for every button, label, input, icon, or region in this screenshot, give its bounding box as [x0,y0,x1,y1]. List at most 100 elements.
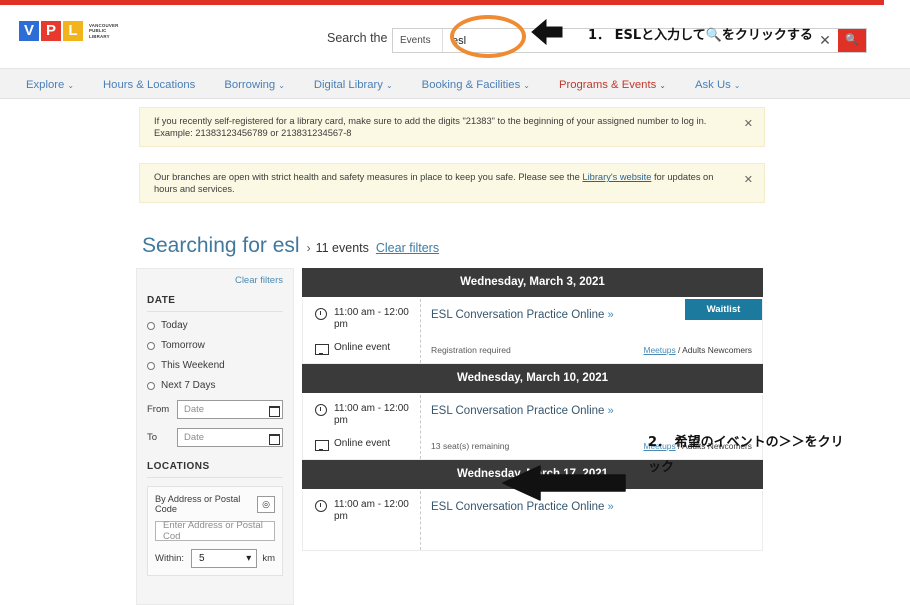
logo-wordmark: VANCOUVER PUBLIC LIBRARY [89,23,119,39]
search-submit-button[interactable]: 🔍 [838,29,866,52]
event-status: Registration required [431,345,511,355]
search-the-label: Search the [327,31,388,45]
nav-item-ask-us[interactable]: Ask Us ⌄ [695,79,740,91]
date-option-this-weekend[interactable]: This Weekend [147,360,283,371]
screen-icon [315,343,329,355]
by-address-label: By Address or Postal Code [155,494,241,514]
search-clear-button[interactable]: ✕ [812,29,838,52]
radio-icon[interactable] [147,341,155,350]
alert-branch-hours-close-icon[interactable]: ✕ [744,174,753,187]
event-time: 11:00 am - 12:00 pm [334,499,409,522]
event-time: 11:00 am - 12:00 pm [334,307,409,330]
status-badge[interactable]: Waitlist [685,299,762,320]
event-title-text: ESL Conversation Practice Online [431,309,605,321]
date-option-label: Tomorrow [161,340,205,351]
screen-icon [315,439,329,451]
nav-item-hours-locations[interactable]: Hours & Locations [103,79,195,91]
locations-filter-box: By Address or Postal Code ◎ Enter Addres… [147,486,283,576]
event-meta: 11:00 am - 12:00 pm [303,491,421,550]
chevron-down-icon: ⌄ [278,80,285,90]
event-tag-link[interactable]: Meetups [644,345,676,355]
main-nav-items: Explore ⌄ Hours & Locations Borrowing ⌄ Digit… [26,69,769,100]
event-title-link[interactable]: ESL Conversation Practice Online » [431,404,671,419]
nav-item-borrowing[interactable]: Borrowing ⌄ [224,79,285,91]
event-status: 13 seat(s) remaining [431,441,510,451]
event-card[interactable]: 11:00 am - 12:00 pm ESL Conversation Prac… [302,491,763,551]
event-location-row: Online event [315,342,420,355]
librarys-website-link[interactable]: Library's website [582,172,651,182]
radio-icon[interactable] [147,381,155,390]
main-nav: Explore ⌄ Hours & Locations Borrowing ⌄ Digit… [0,68,910,99]
clear-filters-link-sidebar[interactable]: Clear filters [147,275,283,286]
alert-library-card: If you recently self-registered for a li… [139,107,765,147]
date-filter-options: Today Tomorrow This Weekend Next 7 Days [147,320,283,391]
within-row: Within: 5 ▾ km [155,549,275,568]
from-date-label: From [147,404,170,415]
alert-branch-hours-text-before: Our branches are open with strict health… [154,172,583,182]
clear-filters-link-top[interactable]: Clear filters [376,241,439,255]
page-title: Searching for esl [142,234,300,257]
nav-item-booking-facilities[interactable]: Booking & Facilities ⌄ [422,79,530,91]
nav-item-digital-library[interactable]: Digital Library ⌄ [314,79,393,91]
crosshair-icon[interactable]: ◎ [257,495,275,513]
day-header: Wednesday, March 3, 2021 [302,268,763,297]
nav-item-label: Hours & Locations [103,78,196,91]
chevron-down-icon: ⌄ [659,80,666,90]
locations-section-title: LOCATIONS [147,461,283,478]
event-title-link[interactable]: ESL Conversation Practice Online » [431,308,671,323]
logo-letter-v: V [19,21,39,41]
event-tags: Meetups / Adults Newcomers [644,345,752,355]
date-option-label: This Weekend [161,360,225,371]
radio-icon[interactable] [147,321,155,330]
event-details: ESL Conversation Practice Online » Regist… [421,299,762,363]
event-card[interactable]: 11:00 am - 12:00 pm Online event ESL Conve… [302,299,763,364]
chevron-down-icon: ⌄ [523,80,530,90]
heading-separator: › [306,241,311,255]
calendar-icon[interactable] [269,433,280,445]
event-title-link[interactable]: ESL Conversation Practice Online » [431,500,671,515]
event-title-text: ESL Conversation Practice Online [431,501,605,513]
radio-icon[interactable] [147,361,155,370]
nav-item-label: Booking & Facilities [421,78,521,91]
event-time-row: 11:00 am - 12:00 pm [315,403,420,426]
vpl-logo[interactable]: V P L VANCOUVER PUBLIC LIBRARY [19,21,119,41]
annotation-step-2-text: 2． 希望のイベントの＞＞をクリック [648,435,844,475]
event-details: ESL Conversation Practice Online » [421,491,762,550]
date-option-next-7-days[interactable]: Next 7 Days [147,380,283,391]
chevron-double-right-icon[interactable]: » [608,309,614,321]
event-time-row: 11:00 am - 12:00 pm [315,307,420,330]
clock-icon [315,404,327,416]
date-option-today[interactable]: Today [147,320,283,331]
to-date-row: To Date [147,428,283,447]
address-placeholder: Enter Address or Postal Cod [163,520,263,542]
from-date-input[interactable]: Date [177,400,283,419]
nav-item-explore[interactable]: Explore ⌄ [26,79,74,91]
logo-letter-l: L [63,21,83,41]
to-date-input[interactable]: Date [177,428,283,447]
from-date-row: From Date [147,400,283,419]
event-time: 11:00 am - 12:00 pm [334,403,409,426]
to-date-placeholder: Date [184,432,205,443]
within-distance-select[interactable]: 5 ▾ [191,549,258,568]
within-distance-value: 5 [199,553,205,564]
logo-wordmark-line-3: LIBRARY [89,33,110,39]
clock-icon [315,500,327,512]
alert-branch-hours: Our branches are open with strict health… [139,163,765,203]
event-tag-text: Adults Newcomers [682,345,752,355]
chevron-double-right-icon[interactable]: » [608,501,614,513]
address-input[interactable]: Enter Address or Postal Cod [155,520,275,542]
search-icon: 🔍 [845,34,859,46]
chevron-down-icon: ▾ [246,553,252,564]
logo-letter-p: P [41,21,61,41]
within-label: Within: [155,553,185,564]
calendar-icon[interactable] [269,405,280,417]
results-count: 11 events [315,241,369,255]
date-section-title: DATE [147,295,283,312]
to-date-label: To [147,432,158,443]
chevron-double-right-icon[interactable]: » [608,405,614,417]
search-scope-select[interactable]: Events [393,29,443,52]
nav-item-programs-events[interactable]: Programs & Events ⌄ [559,79,666,91]
date-option-tomorrow[interactable]: Tomorrow [147,340,283,351]
event-time-row: 11:00 am - 12:00 pm [315,499,420,522]
alert-library-card-close-icon[interactable]: ✕ [744,118,753,131]
